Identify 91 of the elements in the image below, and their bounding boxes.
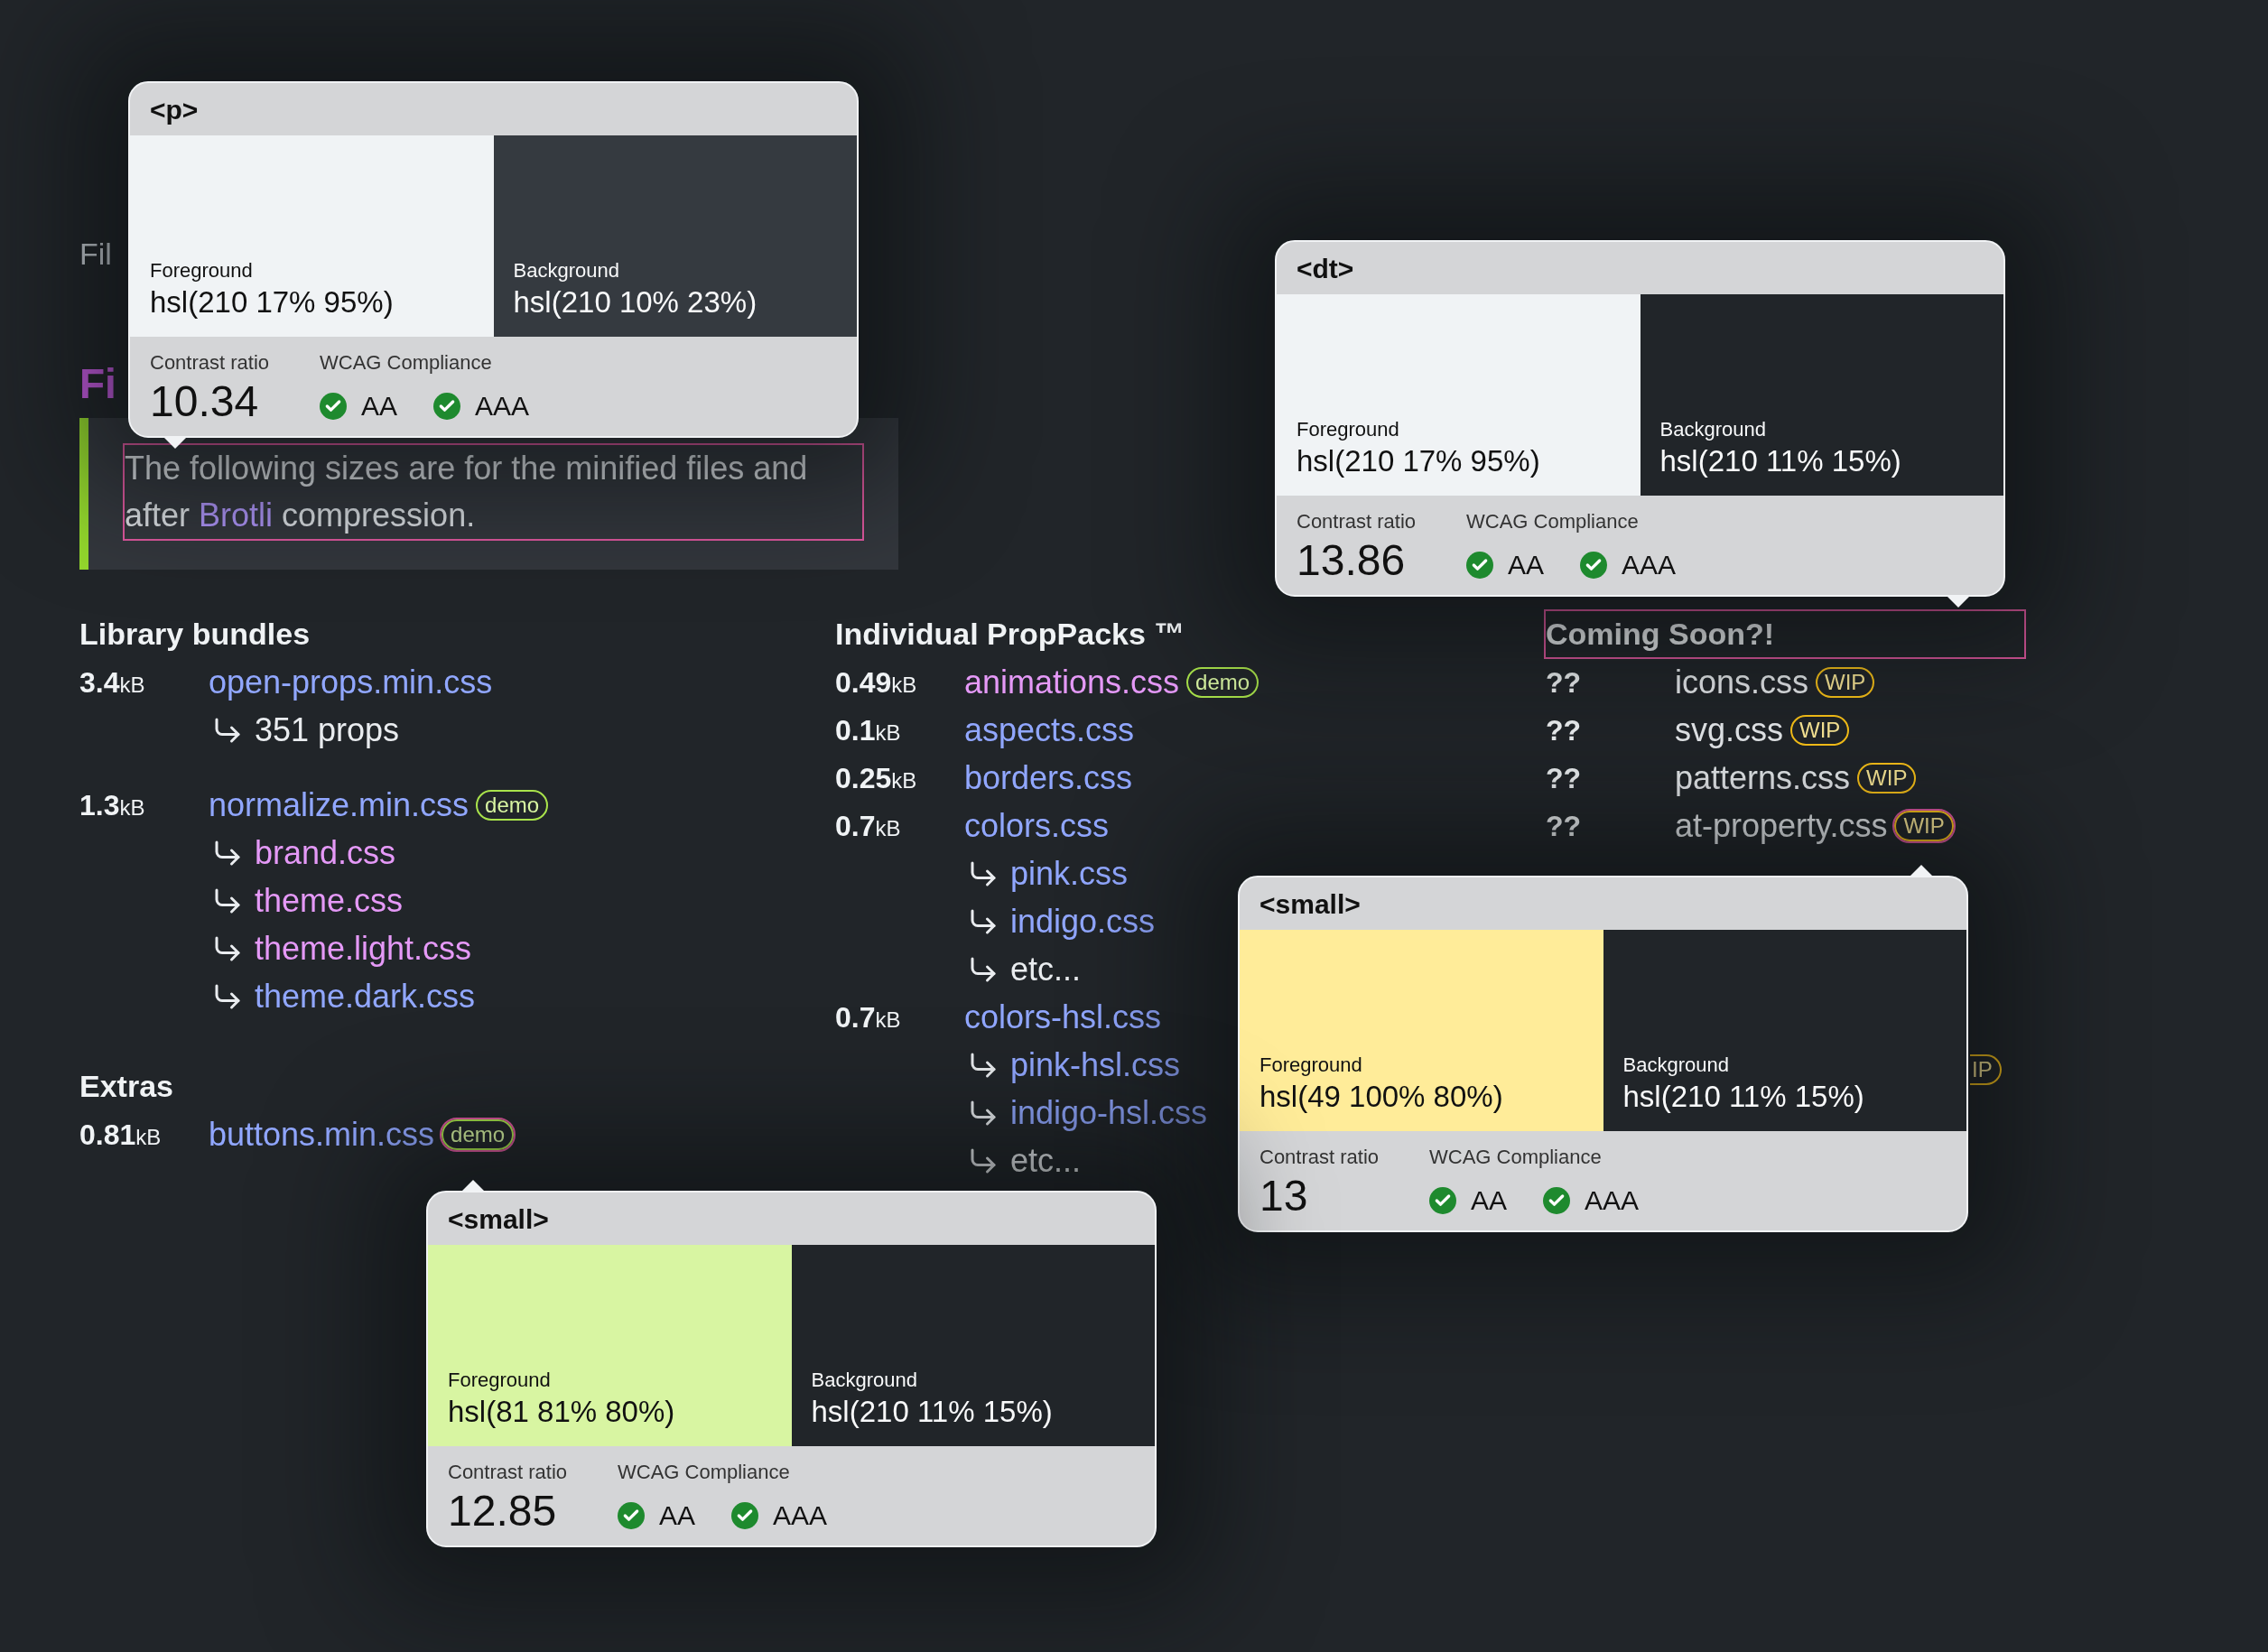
swatch-label: Foreground xyxy=(150,258,254,283)
file-size: 0.49kB xyxy=(835,665,917,699)
contrast-ratio: 13.86 xyxy=(1297,535,1407,586)
tag-badge: IP xyxy=(1970,1054,2002,1085)
page-subtitle: Fil xyxy=(79,236,112,273)
element-tag: <dt> xyxy=(1297,247,1354,289)
contrast-label: Contrast ratio xyxy=(448,1460,569,1485)
tag-badge: WIP xyxy=(1790,714,1850,746)
tag-badge: demo xyxy=(1186,666,1259,698)
compliance-level: AA xyxy=(1471,1184,1508,1217)
swatch-label: Foreground xyxy=(1259,1053,1363,1078)
contrast-label: Contrast ratio xyxy=(1297,509,1418,534)
sub-note: etc... xyxy=(1010,1140,1082,1181)
swatch-value: hsl(210 11% 15%) xyxy=(1622,1079,1865,1115)
note-text: The following sizes are for the minified files and after Brotli compression. xyxy=(125,445,862,539)
file-size: 0.7kB xyxy=(835,1000,901,1034)
swatch-label: Background xyxy=(513,258,620,283)
sub-note: 351 props xyxy=(255,710,400,750)
sub-note: etc... xyxy=(1010,949,1082,989)
compliance-label: WCAG Compliance xyxy=(320,350,493,376)
file-size: 0.7kB xyxy=(835,809,901,842)
file-link[interactable]: colors.css xyxy=(964,801,1110,850)
compliance-level: AA xyxy=(659,1499,696,1532)
swatch-value: hsl(210 17% 95%) xyxy=(1297,443,1541,479)
file-size: ?? xyxy=(1546,713,1582,747)
contrast-ratio: 10.34 xyxy=(150,376,260,427)
compliance-level: AAA xyxy=(1585,1184,1640,1217)
swatch-value: hsl(81 81% 80%) xyxy=(448,1394,676,1430)
contrast-ratio: 13 xyxy=(1259,1171,1309,1221)
tag-badge: demo xyxy=(442,1118,515,1150)
swatch-label: Foreground xyxy=(1297,417,1400,442)
file-link[interactable]: indigo-hsl.css xyxy=(1010,1088,1208,1137)
file-link[interactable]: indigo.css xyxy=(1010,896,1156,946)
swatch-label: Background xyxy=(1659,417,1767,442)
compliance-level: AAA xyxy=(1622,549,1677,581)
tag-badge: demo xyxy=(476,789,549,821)
group-heading: Extras xyxy=(79,1067,173,1105)
swatch-value: hsl(210 10% 23%) xyxy=(513,284,758,320)
file-link[interactable]: normalize.min.css xyxy=(209,780,469,830)
file-size: ?? xyxy=(1546,665,1582,699)
swatch-value: hsl(49 100% 80%) xyxy=(1259,1079,1504,1115)
group-heading: Coming Soon?! xyxy=(1546,610,2024,657)
compliance-label: WCAG Compliance xyxy=(618,1460,791,1485)
file-link[interactable]: colors-hsl.css xyxy=(964,992,1162,1042)
contrast-label: Contrast ratio xyxy=(150,350,271,376)
compliance-level: AAA xyxy=(773,1499,828,1532)
compliance-label: WCAG Compliance xyxy=(1466,509,1640,534)
file-size: ?? xyxy=(1546,761,1582,794)
file-name: svg.css xyxy=(1675,710,1784,750)
group-heading: Individual PropPacks ™ xyxy=(835,615,1185,653)
file-name: patterns.css xyxy=(1675,757,1851,798)
swatch-value: hsl(210 17% 95%) xyxy=(150,284,395,320)
compliance-level: AAA xyxy=(475,390,530,422)
file-name: icons.css xyxy=(1675,662,1809,702)
file-size: 0.25kB xyxy=(835,761,917,794)
file-size: ?? xyxy=(1546,809,1582,842)
swatch-label: Background xyxy=(811,1368,918,1393)
swatch-label: Foreground xyxy=(448,1368,552,1393)
tag-badge: WIP xyxy=(1857,762,1917,794)
swatch-value: hsl(210 11% 15%) xyxy=(1659,443,1902,479)
compliance-label: WCAG Compliance xyxy=(1429,1145,1603,1170)
compliance-level: AA xyxy=(361,390,398,422)
file-size: 0.1kB xyxy=(835,713,901,747)
swatch-label: Background xyxy=(1622,1053,1730,1078)
section-heading: Fi xyxy=(79,359,116,409)
compliance-level: AA xyxy=(1508,549,1545,581)
file-link[interactable]: theme.css xyxy=(255,876,404,925)
element-tag: <p> xyxy=(150,88,199,130)
file-size: 0.81kB xyxy=(79,1118,162,1151)
file-link[interactable]: pink.css xyxy=(1010,849,1129,898)
group-heading: Library bundles xyxy=(79,615,311,653)
file-size: 3.4kB xyxy=(79,665,145,699)
file-link[interactable]: borders.css xyxy=(964,753,1133,803)
tag-badge: WIP xyxy=(1816,666,1875,698)
brotli-link[interactable]: Brotli xyxy=(199,497,274,534)
file-name: at-property.css xyxy=(1675,805,1888,846)
file-size: 1.3kB xyxy=(79,788,145,821)
file-link[interactable]: animations.css xyxy=(964,657,1180,707)
file-link[interactable]: aspects.css xyxy=(964,705,1135,755)
file-link[interactable]: theme.dark.css xyxy=(255,971,476,1021)
swatch-value: hsl(210 11% 15%) xyxy=(811,1394,1054,1430)
element-tag: <small> xyxy=(1259,883,1361,924)
tag-badge: WIP xyxy=(1894,810,1954,841)
file-link[interactable]: pink-hsl.css xyxy=(1010,1040,1181,1090)
element-tag: <small> xyxy=(448,1198,549,1239)
contrast-label: Contrast ratio xyxy=(1259,1145,1380,1170)
file-link[interactable]: theme.light.css xyxy=(255,923,472,973)
file-link[interactable]: brand.css xyxy=(255,828,396,877)
file-link[interactable]: open-props.min.css xyxy=(209,657,493,707)
file-link[interactable]: buttons.min.css xyxy=(209,1109,435,1159)
contrast-ratio: 12.85 xyxy=(448,1486,558,1536)
